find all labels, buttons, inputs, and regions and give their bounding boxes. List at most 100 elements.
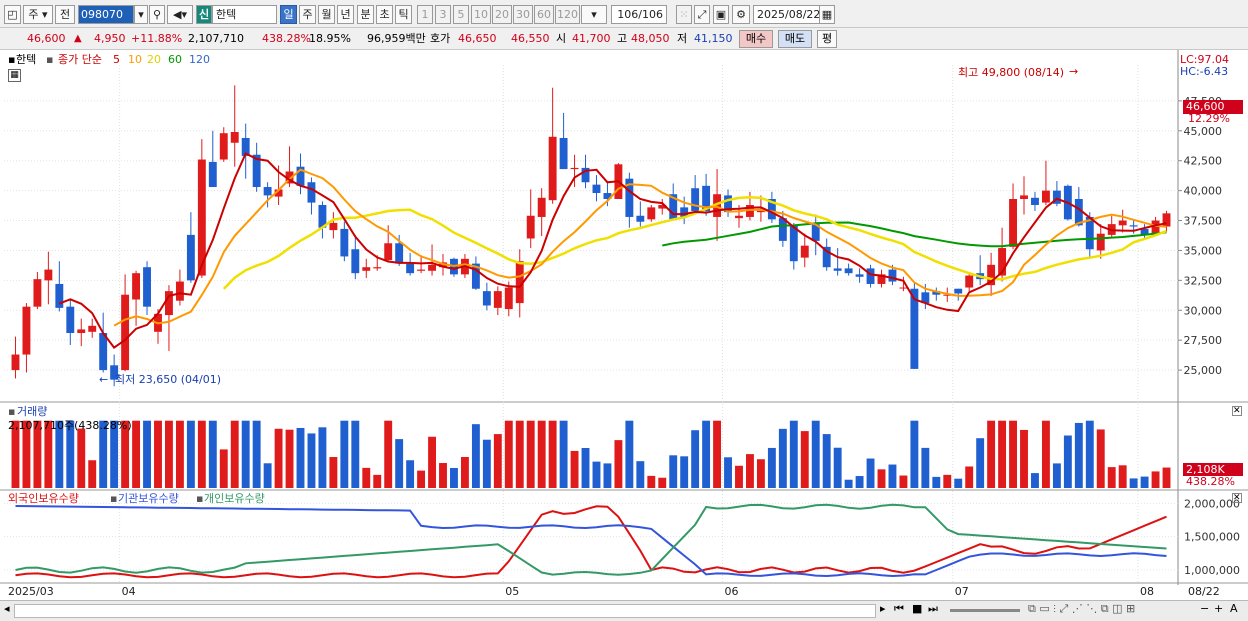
volume-bar [1009, 420, 1017, 488]
zoom-in-icon[interactable]: + [1214, 602, 1223, 615]
volume-bar [1020, 429, 1028, 488]
price-tick-label: 32,500 [1184, 274, 1223, 287]
candle-body [307, 182, 316, 203]
data-table-icon[interactable]: ▦ [8, 69, 21, 82]
individual-holding-legend[interactable]: 개인보유수량 [204, 492, 265, 506]
chart-menu-icon[interactable]: ◰ [4, 5, 21, 24]
legend-stock-name[interactable]: 한텍 [16, 53, 36, 67]
volume-bar [559, 420, 568, 488]
tool-icons[interactable]: ⧉ ▭ ⫶ ⤢ ⋰ ⋱ ⧉ ◫ ⊞ [1028, 602, 1135, 616]
volume-panel-close-icon[interactable]: ✕ [1232, 406, 1242, 416]
open-label: 시 [556, 32, 567, 45]
period-week-button[interactable]: 주 [299, 5, 316, 24]
volume-panel-title[interactable]: 거래량 [17, 405, 47, 419]
volume-panel-icon: ▪ [8, 405, 16, 418]
legend-ma120[interactable]: 120 [189, 53, 210, 67]
foreign-holding-legend[interactable]: 외국인보유수량 [8, 492, 79, 506]
high-annotation: 최고 49,800 (08/14) [958, 66, 1065, 79]
trend-tool-icon[interactable]: ⤢ [694, 5, 710, 24]
price-tick-label: 40,000 [1184, 185, 1223, 198]
date-field[interactable]: 2025/08/22 [753, 5, 820, 24]
chart-menu-square-icon[interactable]: ▪ [8, 53, 15, 67]
candle-body [340, 228, 349, 257]
count-field[interactable]: 106/106 [611, 5, 667, 24]
grid-tool-icon[interactable]: ⁙ [676, 5, 692, 24]
volume-bar [943, 474, 952, 488]
volume-bar [504, 420, 513, 488]
prev-button[interactable]: 전 [55, 5, 75, 24]
range-20-button[interactable]: 20 [492, 5, 512, 24]
legend-ma-label[interactable]: 종가 단순 [58, 53, 102, 67]
settings-icon[interactable]: ⚙ [732, 5, 750, 24]
range-1-button[interactable]: 1 [417, 5, 433, 24]
scroll-bar[interactable]: ◂ ▸ ⏮ ■ ⏭ ⧉ ▭ ⫶ ⤢ ⋰ ⋱ ⧉ ◫ ⊞ − + A [0, 600, 1248, 621]
low-label: 저 [677, 32, 688, 45]
legend-ma20[interactable]: 20 [147, 53, 161, 67]
volume-current-label: 2,107,710주(438.28%) [8, 419, 132, 432]
volume-ratio: 438.28% [262, 32, 311, 45]
stop-icon[interactable]: ■ [912, 602, 922, 615]
range-120-button[interactable]: 120 [555, 5, 580, 24]
period-year-button[interactable]: 년 [337, 5, 354, 24]
buy-button[interactable]: 매수 [739, 30, 773, 48]
volume-bar [976, 438, 985, 488]
candle-body [428, 264, 436, 271]
code-dropdown-icon[interactable]: ▾ [134, 5, 148, 24]
forward-icon[interactable]: ⏭ [928, 602, 938, 616]
range-dropdown[interactable]: ▾ [581, 5, 607, 24]
volume-bar [1074, 422, 1083, 488]
sell-button[interactable]: 매도 [778, 30, 812, 48]
holdings-tick-label: 1,000,000 [1184, 564, 1240, 577]
price-tick-label: 37,500 [1184, 215, 1223, 228]
volume-bar [592, 461, 601, 488]
speaker-icon[interactable]: ◀▾ [167, 5, 193, 24]
range-3-button[interactable]: 3 [435, 5, 451, 24]
scroll-right-icon[interactable]: ▸ [880, 602, 886, 615]
volume-last-pct: 438.28% [1186, 475, 1235, 488]
avg-price-button[interactable]: 평 [817, 30, 837, 48]
range-10-button[interactable]: 10 [471, 5, 491, 24]
period-minute-button[interactable]: 분 [357, 5, 374, 24]
scroll-track[interactable] [14, 604, 876, 618]
rewind-icon[interactable]: ⏮ [894, 602, 904, 616]
period-tick-button[interactable]: 틱 [395, 5, 412, 24]
candle-body [132, 273, 141, 300]
volume-bar [428, 436, 436, 488]
volume-bar [1107, 467, 1116, 488]
search-icon[interactable]: ⚲ [149, 5, 165, 24]
candle-body [219, 133, 228, 160]
market-select[interactable]: 주 ▾ [23, 5, 53, 24]
last-pct-label: 12.29% [1188, 112, 1230, 125]
zoom-out-icon[interactable]: − [1200, 602, 1209, 615]
scroll-left-icon[interactable]: ◂ [4, 602, 10, 615]
volume-bar [274, 428, 283, 488]
stock-code-input[interactable]: 098070 [78, 5, 134, 24]
volume-bar [724, 457, 732, 488]
legend-ma5[interactable]: 5 [113, 53, 120, 67]
stock-name-field[interactable]: 한텍 [212, 5, 277, 24]
period-day-button[interactable]: 일 [280, 5, 297, 24]
chart-area[interactable]: 47,50045,00042,50040,00037,50035,00032,5… [0, 50, 1248, 600]
zoom-slider[interactable] [950, 609, 1020, 612]
candle-body [504, 287, 513, 310]
x-axis-label: 06 [725, 585, 739, 598]
font-size-icon[interactable]: A [1230, 602, 1238, 615]
volume-bar [713, 420, 722, 488]
period-second-button[interactable]: 초 [376, 5, 393, 24]
legend-ma10[interactable]: 10 [128, 53, 142, 67]
legend-ma60[interactable]: 60 [168, 53, 182, 67]
calendar-icon[interactable]: ▦ [819, 5, 835, 24]
volume-bar [998, 420, 1007, 488]
price-tick-label: 25,000 [1184, 364, 1223, 377]
institution-holding-legend[interactable]: 기관보유수량 [118, 492, 179, 506]
holdings-panel-close-icon[interactable]: ✕ [1232, 493, 1242, 503]
candle-body [1009, 199, 1017, 247]
save-icon[interactable]: ▣ [713, 5, 729, 24]
price-tick-label: 45,000 [1184, 125, 1223, 138]
candle-body [537, 197, 546, 217]
range-60-button[interactable]: 60 [534, 5, 554, 24]
price-chart[interactable]: 47,50045,00042,50040,00037,50035,00032,5… [0, 50, 1248, 600]
range-30-button[interactable]: 30 [513, 5, 533, 24]
period-month-button[interactable]: 월 [318, 5, 335, 24]
range-5-button[interactable]: 5 [453, 5, 469, 24]
